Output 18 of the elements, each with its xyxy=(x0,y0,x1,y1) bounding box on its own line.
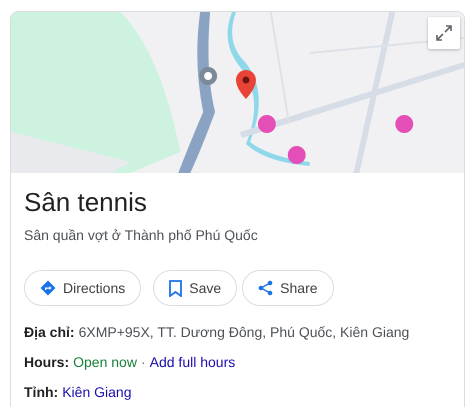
expand-icon xyxy=(435,24,453,42)
bookmark-icon xyxy=(169,280,182,296)
place-title: Sân tennis xyxy=(24,186,148,219)
place-category: Sân quần vợt ở Thành phố Phú Quốc xyxy=(24,226,259,245)
detail-link[interactable]: Add full hours xyxy=(150,353,236,371)
detail-label: Hours: xyxy=(24,353,70,371)
open-status: Open now xyxy=(73,353,137,371)
detail-label: Tỉnh: xyxy=(24,383,58,401)
directions-icon xyxy=(40,280,56,296)
share-button[interactable]: Share xyxy=(242,270,334,306)
separator-dot: · xyxy=(140,353,146,371)
detail-label: Địa chỉ: xyxy=(24,323,75,341)
directions-button[interactable]: Directions xyxy=(24,270,142,306)
expand-button[interactable] xyxy=(428,17,460,49)
detail-link[interactable]: Kiên Giang xyxy=(62,383,132,401)
share-icon xyxy=(258,280,274,296)
save-button[interactable]: Save xyxy=(153,270,238,306)
address-text: 6XMP+95X, TT. Dương Đông, Phú Quốc, Kiên Giang xyxy=(78,323,410,341)
